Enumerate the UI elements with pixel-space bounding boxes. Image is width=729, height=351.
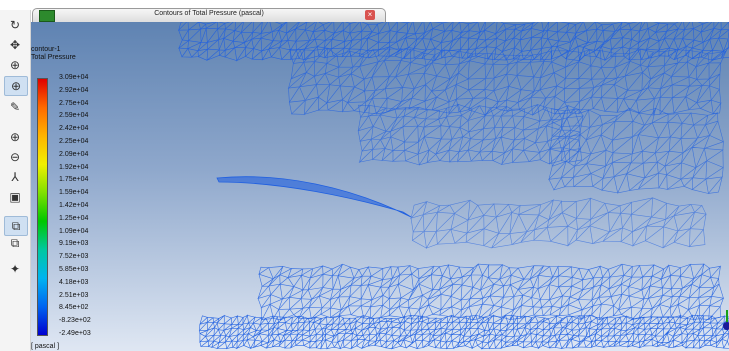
graphics-viewport[interactable]: contour-1 Total Pressure 3.09e+04 2.92e+0… xyxy=(31,22,729,351)
zoom-in-icon[interactable]: ⊕ xyxy=(4,128,26,146)
colorbar-label: 2.25e+04 xyxy=(59,138,89,145)
view-options-icon[interactable]: ⧉ xyxy=(4,234,26,252)
mesh-patch xyxy=(177,22,729,62)
mesh-patch xyxy=(257,263,725,321)
view-icon[interactable]: ⧉ xyxy=(4,216,28,236)
colorbar-label: 1.42e+04 xyxy=(59,202,89,209)
legend-title: contour-1 Total Pressure xyxy=(31,46,76,62)
colorbar-label: 2.75e+04 xyxy=(59,99,89,107)
colorbar-label: 2.51e+03 xyxy=(59,291,89,299)
colorbar-label: -2.49e+03 xyxy=(59,330,91,337)
colorbar-label: 2.42e+04 xyxy=(59,125,89,133)
axis-triad-icon[interactable] xyxy=(713,304,729,340)
tab-title: Contours of Total Pressure (pascal) xyxy=(154,10,264,17)
colorbar-label: 5.85e+03 xyxy=(59,266,89,273)
graphics-window-tab[interactable]: Contours of Total Pressure (pascal) × xyxy=(32,8,386,23)
mesh-patch xyxy=(410,197,707,249)
graphics-toolbar: ↻ ✥ ⊕ ⊕ ✎ ⊕ ⊖ ⅄ ▣ ⧉ ⧉ ✦ xyxy=(0,10,31,351)
mesh-patch xyxy=(198,314,729,350)
colorbar-label: 9.19e+03 xyxy=(59,240,89,248)
colorbar-label: 8.45e+02 xyxy=(59,304,89,312)
mesh-contour-view xyxy=(177,22,729,350)
legend-unit: [ pascal ] xyxy=(31,343,60,350)
colorbar-label: 1.09e+04 xyxy=(59,227,89,235)
colorbar-label: 2.92e+04 xyxy=(59,86,89,94)
colorbar-label: 3.09e+04 xyxy=(59,74,89,81)
rotate-icon[interactable]: ↻ xyxy=(4,16,26,34)
zoom-icon[interactable]: ⊕ xyxy=(4,56,26,74)
zoom-to-area-icon[interactable]: ⊕ xyxy=(4,76,28,96)
pan-icon[interactable]: ✥ xyxy=(4,36,26,54)
fin-surface xyxy=(216,176,412,218)
fit-to-window-icon[interactable]: ▣ xyxy=(4,188,26,206)
colorbar-label: 1.25e+04 xyxy=(59,214,89,222)
mesh-patch xyxy=(357,103,584,166)
colorbar-label: -8.23e+02 xyxy=(59,317,91,325)
probe-icon[interactable]: ✎ xyxy=(4,98,26,116)
colorbar-label: 1.75e+04 xyxy=(59,176,89,184)
legend-variable-name: Total Pressure xyxy=(31,54,76,61)
colorbar-label: 4.18e+03 xyxy=(59,278,89,286)
colorbar-label: 2.59e+04 xyxy=(59,112,89,120)
axes-icon[interactable]: ⅄ xyxy=(4,168,26,186)
colorbar xyxy=(37,78,48,336)
colorbar-label: 1.59e+04 xyxy=(59,189,89,197)
colorbar-label: 2.09e+04 xyxy=(59,150,89,158)
legend-contour-name: contour-1 xyxy=(31,46,61,53)
colorbar-label: 7.52e+03 xyxy=(59,253,89,261)
colorbar-label: 1.92e+04 xyxy=(59,163,89,171)
mesh-patch xyxy=(548,107,725,195)
close-icon[interactable]: × xyxy=(365,10,375,20)
lights-icon[interactable]: ✦ xyxy=(4,260,26,278)
zoom-out-icon[interactable]: ⊖ xyxy=(4,148,26,166)
